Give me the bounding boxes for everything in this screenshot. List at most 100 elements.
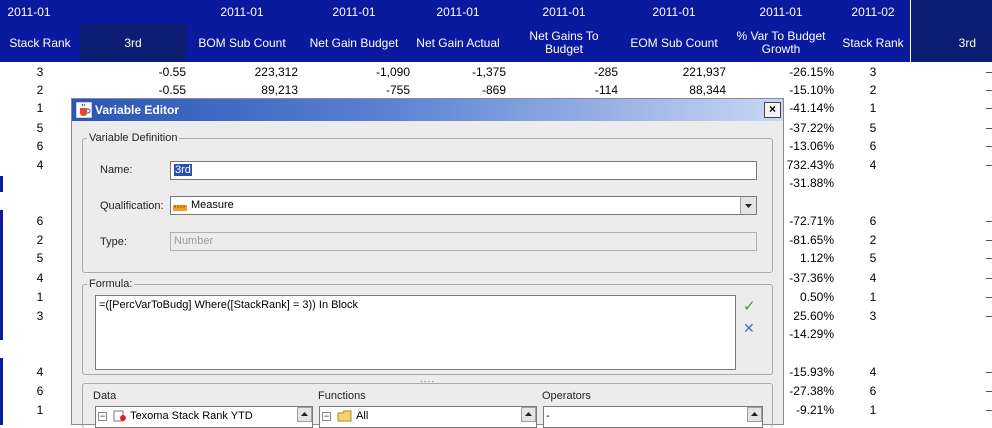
column-header-net-gain-actual[interactable]: Net Gain Actual [410,24,506,62]
qualification-value: Measure [191,199,234,211]
cell-edge [986,410,992,411]
qualification-select[interactable]: Measure [170,196,757,215]
stack-rank-2-cell: 1 [869,101,877,115]
dialog-title: Variable Editor [95,103,180,117]
cell-edge [986,391,992,392]
column-header-3rd[interactable]: 3rd [80,24,186,62]
column-header-bom-sub-count[interactable]: BOM Sub Count [186,24,298,62]
table-header: 2011-01 2011-01 2011-01 2011-01 2011-01 … [0,0,992,62]
stack-rank-cell: 2 [36,233,44,247]
variable-editor-dialog: Variable Editor × Variable Definition Na… [71,98,784,428]
period-cell: 2011-01 [436,4,480,19]
data-item-label: Texoma Stack Rank YTD [130,410,253,422]
tree-item[interactable]: − Texoma Stack Rank YTD [98,408,253,424]
variable-definition-group: Variable Definition Name: 3rd Qualificat… [82,131,773,273]
universe-icon [113,410,127,422]
pct-var-cell: -26.15% [789,65,834,79]
stack-rank-2-cell: 6 [869,139,877,153]
dialog-title-bar[interactable]: Variable Editor × [72,99,783,121]
stack-rank-cell: 3 [36,309,44,323]
net-gain-actual-cell: -1,375 [471,65,506,79]
type-label: Type: [100,236,127,248]
cell-edge [986,278,992,279]
period-cell: 2011-02 [851,4,895,19]
data-panel-label: Data [93,390,117,402]
cell-edge [986,146,992,147]
stack-rank-2-cell: 1 [869,403,877,417]
stack-rank-2-cell: 4 [869,271,877,285]
java-cup-icon [75,101,93,119]
collapse-icon[interactable]: − [98,411,107,421]
stack-rank-2-cell: 6 [869,214,877,228]
stack-rank-2-cell: 4 [869,158,877,172]
net-gains-to-budget-cell: -285 [593,65,618,79]
close-icon[interactable]: × [764,102,781,118]
stack-rank-2-cell: 4 [869,365,877,379]
stack-rank-cell: 4 [36,365,44,379]
column-header-net-gain-budget[interactable]: Net Gain Budget [298,24,410,62]
cell-edge [986,90,992,91]
cancel-x-icon[interactable]: ✕ [743,320,759,336]
column-header-stack-rank-2[interactable]: Stack Rank [836,24,910,62]
tree-item[interactable]: − All [322,408,368,424]
scroll-up-icon[interactable] [521,407,536,422]
scroll-up-icon[interactable] [747,407,762,422]
bom-cell: 223,312 [254,65,298,79]
stack-rank-cell: 6 [36,214,44,228]
operator-item[interactable]: - [546,408,550,424]
qualification-label: Qualification: [100,200,164,212]
folder-icon [337,410,353,422]
scroll-up-icon[interactable] [297,407,312,422]
formula-editor[interactable]: =([PercVarToBudg] Where([StackRank] = 3)… [95,295,736,370]
eom-cell: 88,344 [689,83,726,97]
cell-edge [986,128,992,129]
stack-rank-cell: 6 [36,139,44,153]
third-cell: -0.55 [158,83,186,97]
cell-edge [986,372,992,373]
browser-panels: Data Functions Operators − Texoma Stack … [82,383,773,428]
column-header-net-gains-to-budget[interactable]: Net Gains To Budget [516,24,612,62]
name-label: Name: [100,164,133,176]
stack-rank-cell: 3 [36,65,44,79]
bom-cell: 89,213 [261,83,298,97]
name-field[interactable]: 3rd [170,161,757,180]
formula-group: Formula: =([PercVarToBudg] Where([StackR… [82,277,773,375]
net-gain-budget-cell: -1,090 [375,65,410,79]
stack-rank-2-cell: 5 [869,121,877,135]
stack-rank-cell: 1 [36,290,44,304]
stack-rank-2-cell: 1 [869,290,877,304]
table-row: 2 -0.55 89,213 -755 -869 -114 88,344 -15… [0,81,992,99]
cell-edge [986,258,992,259]
cell-edge [986,221,992,222]
net-gains-to-budget-cell: -114 [594,83,618,97]
report-sheet: 2011-01 2011-01 2011-01 2011-01 2011-01 … [0,0,992,428]
column-header-3rd-2[interactable]: 3rd [911,24,992,62]
stack-rank-2-cell: 6 [869,384,877,398]
cell-edge [986,72,992,73]
chevron-down-icon[interactable] [740,197,756,214]
stack-rank-2-cell: 2 [869,83,877,97]
column-header-stack-rank[interactable]: Stack Rank [0,24,80,62]
stack-rank-2-cell: 3 [869,309,877,323]
table-row: 3 -0.55 223,312 -1,090 -1,375 -285 221,9… [0,63,992,81]
column-header-eom-sub-count[interactable]: EOM Sub Count [622,24,726,62]
eom-cell: 221,937 [682,65,726,79]
cell-edge [986,165,992,166]
net-gain-budget-cell: -755 [385,83,410,97]
stack-rank-2-cell: 5 [869,251,877,265]
cell-edge [986,240,992,241]
type-field: Number [170,232,757,251]
third-cell: -0.55 [158,65,186,79]
stack-rank-2-cell: 3 [869,65,877,79]
stack-rank-cell: 6 [36,384,44,398]
operators-panel-label: Operators [542,390,591,402]
column-header-var-to-budget-growth[interactable]: % Var To Budget Growth [726,24,836,62]
group-label: Formula: [87,277,135,291]
net-gain-actual-cell: -869 [481,83,506,97]
collapse-icon[interactable]: − [322,411,331,421]
stack-rank-cell: 5 [36,121,44,135]
period-cell: 2011-01 [759,4,803,19]
period-cell: 2011-01 [332,4,376,19]
functions-item-label: All [356,410,369,422]
validate-check-icon[interactable]: ✓ [743,299,759,315]
